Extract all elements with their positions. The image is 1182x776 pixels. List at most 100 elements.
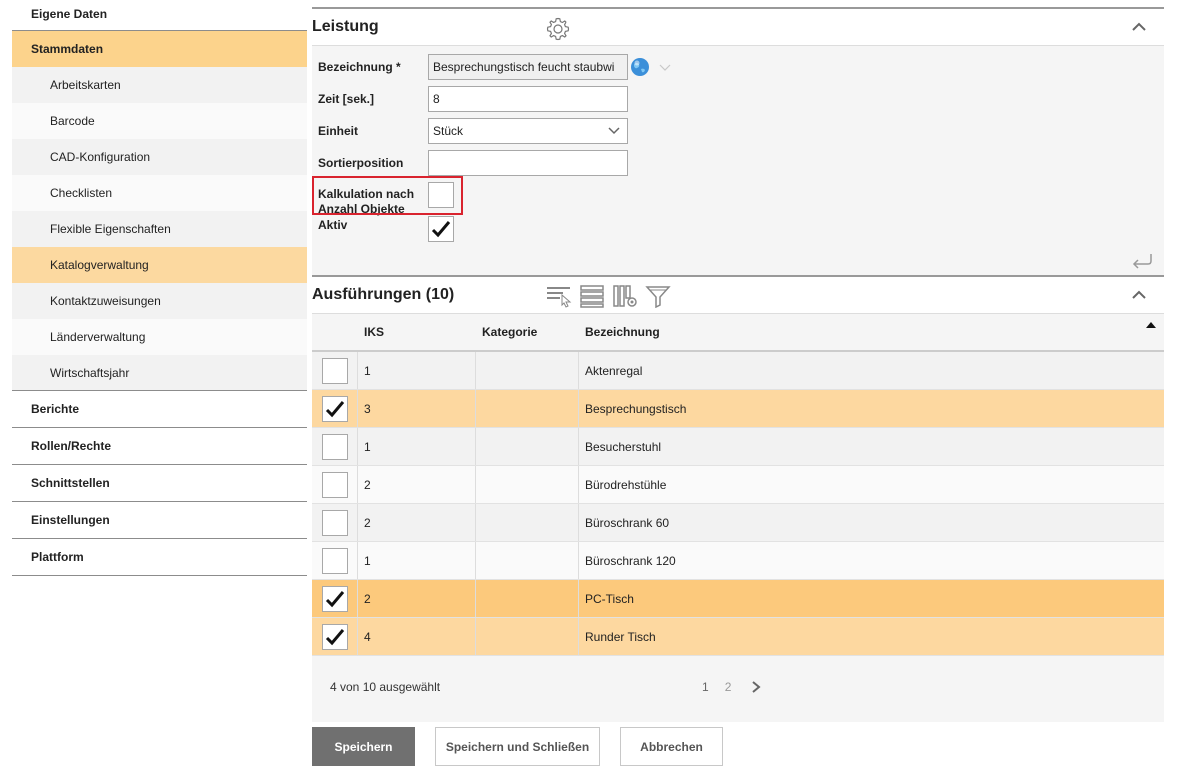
cell-kategorie [476, 352, 579, 389]
zeit-row: Zeit [sek.] 8 [318, 86, 628, 112]
nav-item-einstellungen[interactable]: Einstellungen [12, 502, 307, 539]
collapse-ausfuehrungen-icon[interactable] [1132, 289, 1146, 301]
nav-sub-arbeitskarten[interactable]: Arbeitskarten [12, 67, 307, 103]
ausfuehrungen-header: Ausführungen (10) [312, 275, 1164, 313]
gear-icon[interactable] [545, 16, 571, 45]
nav-item-schnittstellen[interactable]: Schnittstellen [12, 465, 307, 502]
page-2-link[interactable]: 2 [725, 680, 732, 694]
nav-item-eigene-daten[interactable]: Eigene Daten [12, 0, 307, 31]
bezeichnung-field[interactable]: Besprechungstisch feucht staubwi [428, 54, 628, 80]
select-rows-icon[interactable] [546, 284, 572, 308]
column-header-iks[interactable]: IKS [358, 314, 476, 350]
row-checkbox[interactable] [321, 471, 348, 498]
leistung-form: Bezeichnung * Besprechungstisch feucht s… [312, 45, 1164, 275]
cell-iks: 2 [358, 466, 476, 503]
collapse-leistung-icon[interactable] [1132, 21, 1146, 33]
nav-label: Einstellungen [31, 513, 110, 527]
nav-sub-katalogverwaltung[interactable]: Katalogverwaltung [12, 247, 307, 283]
header-check-col [312, 314, 358, 350]
einheit-select[interactable]: Stück [428, 118, 628, 144]
row-check-cell [312, 352, 358, 389]
globe-icon[interactable] [630, 57, 650, 77]
nav-item-plattform[interactable]: Plattform [12, 539, 307, 576]
aktiv-checkbox[interactable] [428, 216, 454, 242]
nav-item-rollen-rechte[interactable]: Rollen/Rechte [12, 428, 307, 465]
sortierposition-input[interactable] [428, 150, 628, 176]
table-row[interactable]: 2 Büroschrank 60 [312, 504, 1164, 542]
table-row[interactable]: 1 Aktenregal [312, 352, 1164, 390]
aktiv-row: Aktiv [318, 216, 454, 242]
table-row[interactable]: 2 Bürodrehstühle [312, 466, 1164, 504]
table-row[interactable]: 3 Besprechungstisch [312, 390, 1164, 428]
cell-kategorie [476, 390, 579, 427]
table-row[interactable]: 1 Besucherstuhl [312, 428, 1164, 466]
grid-toolbar [546, 284, 671, 308]
cell-kategorie [476, 504, 579, 541]
cell-iks: 2 [358, 504, 476, 541]
row-check-cell [312, 466, 358, 503]
bezeichnung-label: Bezeichnung * [318, 60, 401, 74]
cell-kategorie [476, 580, 579, 617]
sortierposition-label: Sortierposition [318, 156, 404, 170]
nav-label: Eigene Daten [31, 7, 108, 21]
cell-iks: 3 [358, 390, 476, 427]
row-check-cell [312, 390, 358, 427]
zeit-value: 8 [433, 92, 440, 106]
row-check-cell [312, 542, 358, 579]
column-header-kategorie[interactable]: Kategorie [476, 314, 579, 350]
row-checkbox[interactable] [321, 585, 348, 612]
nav-label: Stammdaten [31, 42, 104, 56]
row-check-cell [312, 618, 358, 655]
column-settings-icon[interactable] [612, 284, 638, 308]
column-header-bezeichnung[interactable]: Bezeichnung [579, 314, 1164, 350]
nav-label: Schnittstellen [31, 476, 110, 490]
nav-sub-barcode[interactable]: Barcode [12, 103, 307, 139]
row-checkbox[interactable] [321, 547, 348, 574]
table-body: 1 Aktenregal 3 Besprechungstisch 1 Besucherst… [312, 352, 1164, 656]
cell-bezeichnung: Büroschrank 120 [585, 553, 676, 568]
table-row[interactable]: 2 PC-Tisch [312, 580, 1164, 618]
page-1-link[interactable]: 1 [702, 680, 709, 694]
nav-sub-flexible-eigenschaften[interactable]: Flexible Eigenschaften [12, 211, 307, 247]
nav-sub-kontaktzuweisungen[interactable]: Kontaktzuweisungen [12, 283, 307, 319]
row-checkbox[interactable] [321, 395, 348, 422]
row-checkbox[interactable] [321, 509, 348, 536]
nav-sub-wirtschaftsjahr[interactable]: Wirtschaftsjahr [12, 355, 307, 391]
cell-kategorie [476, 618, 579, 655]
row-checkbox[interactable] [321, 623, 348, 650]
row-checkbox[interactable] [321, 357, 348, 384]
row-check-cell [312, 428, 358, 465]
nav-sub-laenderverwaltung[interactable]: Länderverwaltung [12, 319, 307, 355]
list-view-icon[interactable] [579, 284, 605, 308]
check-icon [325, 628, 344, 645]
save-button[interactable]: Speichern [312, 727, 415, 766]
table-row[interactable]: 4 Runder Tisch [312, 618, 1164, 656]
nav-sub-cad-konfiguration[interactable]: CAD-Konfiguration [12, 139, 307, 175]
filter-icon[interactable] [645, 284, 671, 308]
save-close-button[interactable]: Speichern und Schließen [435, 727, 600, 766]
cell-bezeichnung: Runder Tisch [585, 629, 656, 644]
nav-label: Plattform [31, 550, 84, 564]
sort-ascending-icon [1146, 322, 1156, 328]
zeit-input[interactable]: 8 [428, 86, 628, 112]
nav-sub-label: Länderverwaltung [50, 330, 146, 344]
nav-sub-checklisten[interactable]: Checklisten [12, 175, 307, 211]
nav-label: Berichte [31, 402, 80, 416]
row-checkbox[interactable] [321, 433, 348, 460]
table-row[interactable]: 1 Büroschrank 120 [312, 542, 1164, 580]
return-icon[interactable] [1130, 252, 1154, 270]
sortierposition-row: Sortierposition [318, 150, 628, 176]
cell-bezeichnung: Besprechungstisch [585, 401, 687, 416]
kalkulation-checkbox[interactable] [428, 182, 454, 208]
nav-item-berichte[interactable]: Berichte [12, 391, 307, 428]
chevron-down-icon [607, 126, 621, 136]
cell-bezeichnung: Büroschrank 60 [585, 515, 670, 530]
cancel-button[interactable]: Abbrechen [620, 727, 723, 766]
chevron-down-icon[interactable] [658, 62, 672, 72]
nav-item-stammdaten[interactable]: Stammdaten [12, 31, 307, 67]
cell-kategorie [476, 466, 579, 503]
table-footer: 4 von 10 ausgewählt 1 2 [312, 656, 1164, 722]
row-check-cell [312, 580, 358, 617]
ausfuehrungen-table: IKS Kategorie Bezeichnung 1 Aktenregal 3 Be… [312, 313, 1164, 656]
chevron-right-icon[interactable] [751, 681, 761, 693]
